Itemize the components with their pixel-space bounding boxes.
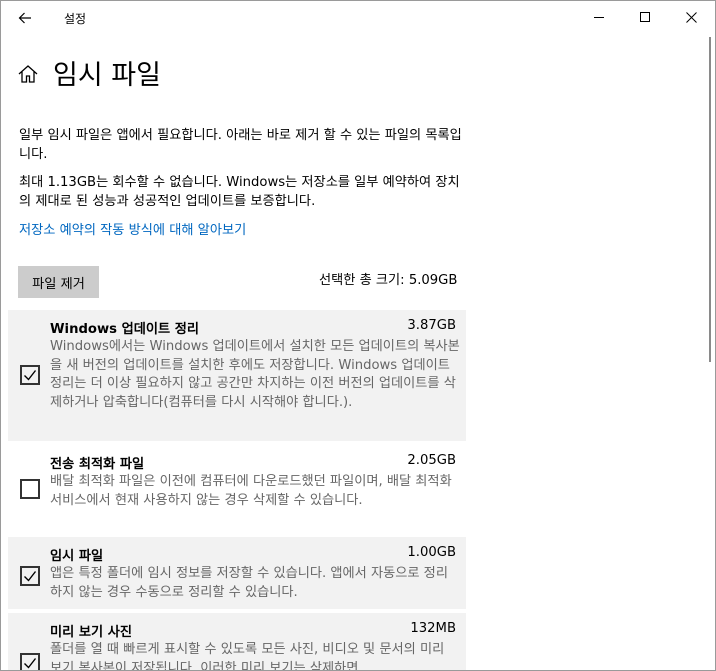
checkbox[interactable] bbox=[20, 365, 40, 385]
back-button[interactable] bbox=[7, 3, 43, 33]
checkmark-icon bbox=[24, 370, 37, 381]
checkbox[interactable] bbox=[20, 479, 40, 499]
title-bar: 설정 bbox=[1, 1, 715, 35]
window-title: 설정 bbox=[64, 12, 87, 26]
minimize-icon bbox=[594, 17, 604, 18]
checkbox[interactable] bbox=[20, 566, 40, 586]
scrollbar[interactable] bbox=[707, 35, 713, 365]
minimize-button[interactable] bbox=[576, 1, 622, 33]
close-icon bbox=[685, 11, 697, 23]
close-button[interactable] bbox=[668, 1, 714, 33]
scrollbar-thumb[interactable] bbox=[709, 37, 711, 362]
checkmark-icon bbox=[24, 658, 37, 669]
page-title: 임시 파일 bbox=[53, 60, 161, 91]
item-name: 미리 보기 사진 bbox=[50, 625, 132, 640]
back-arrow-icon bbox=[18, 12, 31, 24]
remove-files-button[interactable]: 파일 제거 bbox=[18, 266, 99, 298]
checkbox[interactable] bbox=[20, 653, 40, 670]
intro-text: 일부 임시 파일은 앱에서 필요합니다. 아래는 바로 제거 할 수 있는 파일… bbox=[19, 128, 462, 162]
checkmark-icon bbox=[24, 571, 37, 582]
item-description: Windows에서는 Windows 업데이트에서 설치한 모든 업데이트의 복… bbox=[50, 339, 460, 410]
storage-reserve-link[interactable]: 저장소 예약의 작동 방식에 대해 알아보기 bbox=[19, 219, 246, 238]
item-description: 폴더를 열 때 빠르게 표시할 수 있도록 모든 사진, 비디오 및 문서의 미… bbox=[50, 642, 445, 671]
home-icon bbox=[18, 65, 38, 83]
item-size: 2.05GB bbox=[407, 453, 456, 468]
reserve-info-text: 최대 1.13GB는 회수할 수 없습니다. Windows는 저장소를 일부 … bbox=[19, 175, 460, 209]
list-item-delivery-optimization[interactable]: 전송 최적화 파일 2.05GB 배달 최적화 파일은 이전에 컴퓨터에 다운로… bbox=[8, 445, 466, 533]
item-description: 배달 최적화 파일은 이전에 컴퓨터에 다운로드했던 파일이며, 배달 최적화 … bbox=[50, 474, 452, 508]
item-name: 임시 파일 bbox=[50, 549, 104, 564]
settings-window: 설정 임시 파일 일부 임시 파일은 앱에서 필요합니다. 아래는 바로 제거 … bbox=[0, 0, 716, 671]
list-item-temporary-files[interactable]: 임시 파일 1.00GB 앱은 특정 폴더에 임시 정보를 저장할 수 있습니다… bbox=[8, 537, 466, 609]
total-selected-size: 선택한 총 크기: 5.09GB bbox=[319, 273, 458, 288]
list-item-thumbnails[interactable]: 미리 보기 사진 132MB 폴더를 열 때 빠르게 표시할 수 있도록 모든 … bbox=[8, 613, 466, 671]
maximize-button[interactable] bbox=[622, 1, 668, 33]
maximize-icon bbox=[640, 12, 650, 22]
item-name: Windows 업데이트 정리 bbox=[50, 322, 199, 337]
list-item-windows-update-cleanup[interactable]: Windows 업데이트 정리 3.87GB Windows에서는 Window… bbox=[8, 310, 466, 441]
item-description: 앱은 특정 폴더에 임시 정보를 저장할 수 있습니다. 앱에서 자동으로 정리… bbox=[50, 566, 448, 600]
item-size: 132MB bbox=[410, 621, 456, 636]
item-size: 1.00GB bbox=[407, 545, 456, 560]
item-name: 전송 최적화 파일 bbox=[50, 457, 145, 472]
item-size: 3.87GB bbox=[407, 318, 456, 333]
